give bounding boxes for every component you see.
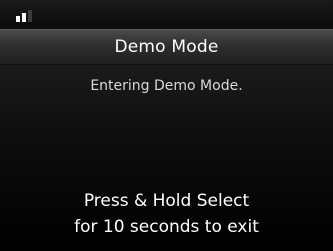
content-area: Entering Demo Mode. Press & Hold Select … bbox=[0, 65, 333, 251]
signal-strength-icon bbox=[16, 10, 42, 22]
signal-bar-1 bbox=[16, 16, 20, 22]
status-message: Entering Demo Mode. bbox=[90, 78, 243, 94]
signal-bar-2 bbox=[22, 13, 26, 22]
instruction-line-1: Press & Hold Select bbox=[83, 191, 250, 211]
exit-instructions: Press & Hold Select for 10 seconds to ex… bbox=[0, 188, 333, 240]
status-bar bbox=[0, 0, 333, 29]
page-title: Demo Mode bbox=[114, 37, 219, 57]
device-screen: Demo Mode Entering Demo Mode. Press & Ho… bbox=[0, 0, 333, 251]
title-bar: Demo Mode bbox=[0, 29, 333, 65]
instruction-line-2: for 10 seconds to exit bbox=[74, 217, 259, 237]
signal-bar-3 bbox=[28, 10, 32, 22]
